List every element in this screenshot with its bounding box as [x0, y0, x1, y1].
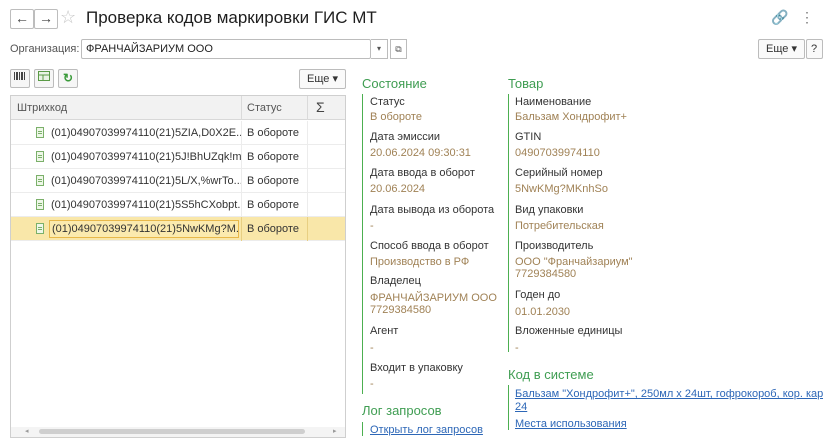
code-document-icon: [36, 199, 44, 210]
withdraw-date-value: -: [370, 220, 374, 232]
list-toolbar: ↻ Еще ▾: [0, 67, 350, 93]
organization-open-button[interactable]: ⧉: [390, 39, 407, 59]
maker-inn-value: 7729384580: [515, 268, 577, 280]
item-card-link-continued[interactable]: 24: [515, 401, 527, 413]
code-document-icon: [36, 151, 44, 162]
codes-table: Штрихкод Статус Σ (01)04907039974110(21)…: [10, 95, 346, 438]
forward-button[interactable]: →: [34, 9, 58, 29]
more-menu-icon[interactable]: ⋮: [800, 9, 814, 26]
owner-value: ФРАНЧАЙЗАРИУМ ООО: [370, 292, 497, 304]
refresh-icon: ↻: [62, 71, 74, 85]
item-card-link[interactable]: Бальзам "Хондрофит+", 250мл x 24шт, гофр…: [515, 388, 823, 400]
nested-units-label: Вложенные единицы: [515, 325, 623, 337]
gtin-value: 04907039974110: [515, 147, 600, 159]
product-name-value: Бальзам Хондрофит+: [515, 111, 627, 123]
list-more-button[interactable]: Еще ▾: [299, 69, 346, 89]
scrollbar-thumb[interactable]: [39, 429, 305, 434]
system-group-bar: [508, 385, 509, 430]
intro-date-label: Дата ввода в оборот: [370, 167, 475, 179]
header-more-button[interactable]: Еще ▾: [758, 39, 805, 59]
organization-bar: Организация: ФРАНЧАЙЗАРИУМ ООО ▾ ⧉ Еще ▾…: [0, 38, 823, 62]
refresh-button[interactable]: ↻: [58, 69, 78, 88]
intro-method-label: Способ ввода в оборот: [370, 240, 489, 252]
status-label: Статус: [370, 96, 405, 108]
code-document-icon: [36, 127, 44, 138]
state-heading: Состояние: [362, 76, 427, 91]
intro-method-value: Производство в РФ: [370, 256, 470, 268]
barcode-icon: [14, 72, 25, 80]
barcode-cell: (01)04907039974110(21)5S5hCXobpt...: [51, 199, 241, 211]
load-from-file-button[interactable]: [34, 69, 54, 88]
table-row[interactable]: (01)04907039974110(21)5L/X,%wrTo... В об…: [11, 169, 345, 193]
back-button[interactable]: ←: [10, 9, 34, 29]
column-header-sum[interactable]: Σ: [316, 99, 325, 115]
barcode-cell: (01)04907039974110(21)5J!BhUZqk!mv): [51, 151, 241, 163]
status-cell: В обороте: [247, 127, 299, 139]
scan-barcode-button[interactable]: [10, 69, 30, 88]
expiry-label: Годен до: [515, 289, 561, 301]
title-bar: ← → ☆ Проверка кодов маркировки ГИС МТ 🔗…: [0, 0, 823, 38]
withdraw-date-label: Дата вывода из оборота: [370, 204, 495, 216]
gtin-label: GTIN: [515, 131, 542, 143]
column-header-status[interactable]: Статус: [247, 102, 282, 114]
owner-inn-value: 7729384580: [370, 304, 432, 316]
pack-type-value: Потребительская: [515, 220, 604, 232]
status-cell: В обороте: [247, 199, 299, 211]
system-heading: Код в системе: [508, 367, 594, 382]
pack-type-label: Вид упаковки: [515, 204, 584, 216]
nested-units-value: -: [515, 342, 519, 354]
table-row[interactable]: (01)04907039974110(21)5J!BhUZqk!mv) В об…: [11, 145, 345, 169]
usage-places-link[interactable]: Места использования: [515, 418, 627, 430]
organization-input[interactable]: ФРАНЧАЙЗАРИУМ ООО: [81, 39, 371, 59]
package-label: Входит в упаковку: [370, 362, 463, 374]
serial-value: 5NwKMg?MKnhSo: [515, 183, 608, 195]
barcode-cell: (01)04907039974110(21)5NwKMg?M...: [49, 220, 239, 238]
status-cell: В обороте: [247, 223, 299, 235]
status-cell: В обороте: [247, 175, 299, 187]
help-button[interactable]: ?: [806, 39, 823, 59]
status-value: В обороте: [370, 111, 422, 123]
status-cell: В обороте: [247, 151, 299, 163]
open-log-link[interactable]: Открыть лог запросов: [370, 424, 483, 436]
log-group-bar: [362, 422, 363, 436]
maker-value: ООО "Франчайзариум": [515, 256, 633, 268]
organization-dropdown-button[interactable]: ▾: [371, 39, 388, 59]
scroll-right-icon[interactable]: ▸: [333, 427, 337, 437]
serial-label: Серийный номер: [515, 167, 603, 179]
link-icon[interactable]: 🔗: [771, 9, 788, 26]
intro-date-value: 20.06.2024: [370, 183, 426, 195]
product-heading: Товар: [508, 76, 544, 91]
emission-date-value: 20.06.2024 09:30:31: [370, 147, 471, 159]
organization-label: Организация:: [10, 43, 80, 55]
agent-value: -: [370, 342, 374, 354]
package-value: -: [370, 378, 374, 390]
product-name-label: Наименование: [515, 96, 592, 108]
favorite-star-icon[interactable]: ☆: [60, 7, 76, 27]
horizontal-scrollbar[interactable]: ◂ ▸: [11, 427, 345, 437]
agent-label: Агент: [370, 325, 399, 337]
code-document-icon: [36, 223, 44, 234]
table-icon: [38, 71, 50, 81]
maker-label: Производитель: [515, 240, 594, 252]
owner-label: Владелец: [370, 275, 421, 287]
state-group-bar: [362, 94, 363, 394]
emission-date-label: Дата эмиссии: [370, 131, 441, 143]
table-row[interactable]: (01)04907039974110(21)5ZIA,D0X2E... В об…: [11, 121, 345, 145]
table-row-selected[interactable]: (01)04907039974110(21)5NwKMg?M... В обор…: [11, 217, 345, 241]
header-more-label: Еще: [766, 43, 789, 55]
page-title: Проверка кодов маркировки ГИС МТ: [86, 8, 377, 27]
column-header-barcode[interactable]: Штрихкод: [17, 102, 67, 114]
expiry-value: 01.01.2030: [515, 306, 571, 318]
table-row[interactable]: (01)04907039974110(21)5S5hCXobpt... В об…: [11, 193, 345, 217]
barcode-cell: (01)04907039974110(21)5L/X,%wrTo...: [51, 175, 241, 187]
product-group-bar: [508, 94, 509, 352]
log-heading: Лог запросов: [362, 403, 442, 418]
barcode-cell: (01)04907039974110(21)5ZIA,D0X2E...: [51, 127, 241, 139]
scroll-left-icon[interactable]: ◂: [25, 427, 29, 437]
list-more-label: Еще: [307, 73, 330, 85]
table-header: Штрихкод Статус Σ: [11, 96, 345, 120]
code-document-icon: [36, 175, 44, 186]
